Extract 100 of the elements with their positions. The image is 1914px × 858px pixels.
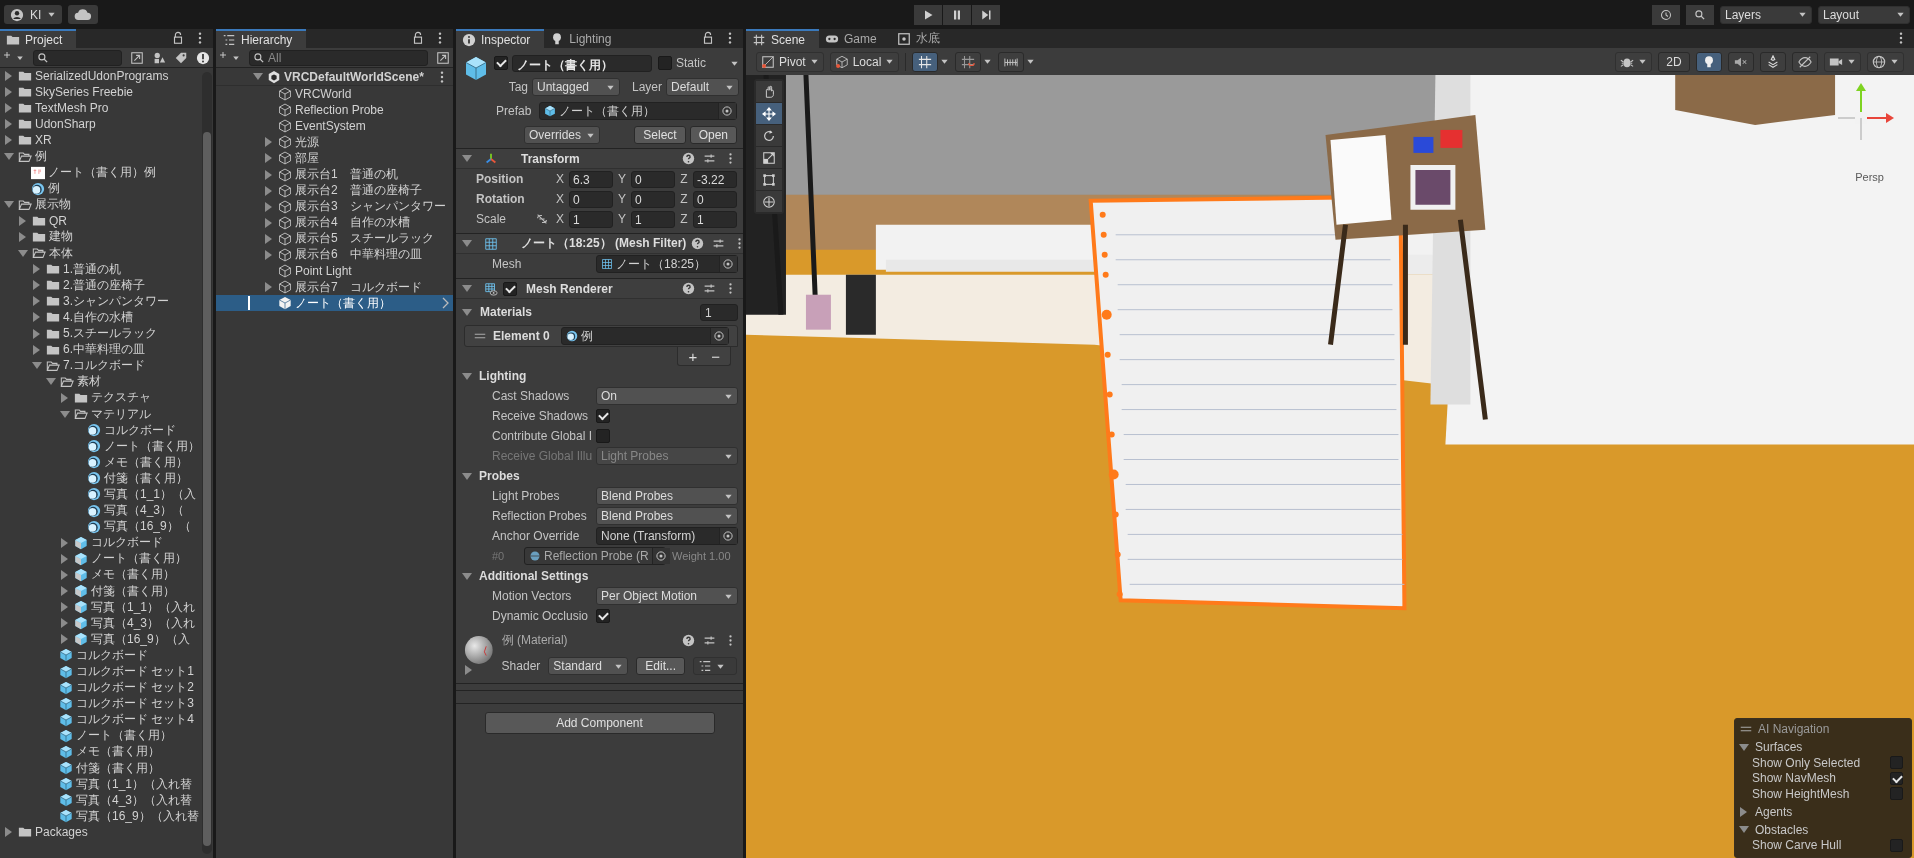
asset-item[interactable]: SerializedUdonPrograms — [35, 69, 169, 84]
foldout-arrow[interactable] — [5, 135, 12, 146]
number-field[interactable]: 1 — [693, 210, 737, 228]
asset-item[interactable]: 写真（4_3）（入れ — [91, 614, 196, 632]
foldout-arrow[interactable] — [462, 372, 472, 380]
number-field[interactable]: 1 — [569, 210, 613, 228]
foldout-arrow[interactable] — [4, 201, 14, 209]
foldout-arrow[interactable] — [61, 586, 68, 597]
hierarchy-item[interactable]: 展示台3 シャンパンタワー — [295, 198, 446, 216]
asset-item[interactable]: 写真（4_3）（入れ替 — [76, 791, 193, 809]
foldout-arrow[interactable] — [5, 119, 12, 130]
foldout-arrow[interactable] — [5, 71, 12, 82]
search-field[interactable]: All — [249, 49, 428, 66]
foldout-arrow[interactable] — [265, 217, 272, 228]
checkbox[interactable] — [658, 56, 672, 70]
asset-item[interactable]: 2.普通の座椅子 — [63, 276, 145, 294]
effects-toggle[interactable] — [1760, 51, 1786, 72]
asset-item[interactable]: XR — [35, 133, 52, 148]
hierarchy-item[interactable]: Reflection Probe — [295, 103, 384, 118]
asset-item[interactable]: 本体 — [49, 244, 73, 262]
asset-item[interactable]: メモ（書く用） — [76, 743, 160, 761]
material-field[interactable]: 例 — [561, 327, 729, 345]
foldout-arrow[interactable] — [5, 103, 12, 114]
hierarchy-item[interactable]: 展示台7 コルクボード — [295, 278, 422, 296]
asset-item[interactable]: コルクボード セット3 — [76, 695, 194, 713]
audio-toggle[interactable] — [1728, 51, 1754, 72]
foldout-arrow[interactable] — [265, 137, 272, 148]
foldout-arrow[interactable] — [5, 827, 12, 838]
step-button[interactable] — [972, 4, 1000, 25]
prefab-cube-icon[interactable] — [464, 56, 488, 82]
search-window-icon[interactable] — [130, 50, 144, 65]
foldout-arrow[interactable] — [1739, 826, 1749, 833]
property-dropdown[interactable]: On — [596, 387, 738, 405]
2d-toggle[interactable]: 2D — [1658, 51, 1690, 72]
view-tab[interactable]: 水底 — [890, 29, 954, 48]
snap-toggle[interactable] — [912, 51, 939, 72]
object-field[interactable]: ノート（18:25） — [596, 255, 738, 273]
asset-item[interactable]: コルクボード — [76, 646, 148, 664]
caret-icon[interactable] — [983, 57, 993, 66]
foldout-arrow[interactable] — [33, 296, 40, 307]
layout-dropdown[interactable]: Layout — [1818, 5, 1910, 24]
asset-item[interactable]: コルクボード セット4 — [76, 711, 194, 729]
list-dropdown[interactable] — [693, 657, 737, 675]
edit-button[interactable]: Edit... — [636, 657, 685, 675]
lighting-toggle[interactable] — [1696, 51, 1722, 72]
property-dropdown[interactable]: Blend Probes — [596, 487, 738, 505]
hierarchy-tab[interactable]: Hierarchy — [216, 29, 307, 48]
number-field[interactable]: -3.22 — [693, 170, 737, 188]
cloud-button[interactable] — [68, 5, 99, 24]
scene-name[interactable]: VRCDefaultWorldScene* — [284, 69, 424, 84]
object-picker-icon[interactable] — [710, 328, 728, 344]
hierarchy-item[interactable]: 光源 — [295, 133, 319, 151]
checkbox[interactable] — [596, 429, 610, 443]
transform-tool[interactable] — [756, 191, 782, 212]
prefab-button[interactable]: Select — [634, 126, 686, 144]
projection-label[interactable]: Persp — [1855, 171, 1884, 183]
asset-item[interactable]: UdonSharp — [35, 117, 96, 132]
play-button[interactable] — [914, 4, 942, 25]
number-field[interactable]: 0 — [569, 190, 613, 208]
shader-dropdown[interactable]: Standard — [548, 657, 629, 675]
foldout-arrow[interactable] — [462, 308, 472, 316]
count-field[interactable]: 1 — [700, 303, 738, 321]
foldout-arrow[interactable] — [33, 280, 40, 291]
asset-item[interactable]: 写真（16_9）（入 — [91, 630, 190, 648]
object-picker-icon[interactable] — [718, 103, 736, 119]
foldout-arrow[interactable] — [32, 362, 42, 370]
asset-item[interactable]: コルクボード — [104, 421, 176, 439]
foldout-arrow[interactable] — [61, 553, 68, 564]
gizmos-dropdown[interactable] — [1867, 51, 1904, 72]
foldout-arrow[interactable] — [33, 344, 40, 355]
asset-item[interactable]: 写真（16_9）（入れ替 — [76, 807, 199, 825]
foldout-arrow[interactable] — [1740, 806, 1747, 817]
pause-button[interactable] — [943, 4, 971, 25]
checkbox[interactable] — [596, 409, 610, 423]
asset-item[interactable]: 建物 — [49, 228, 73, 246]
search-field[interactable] — [32, 49, 122, 66]
foldout-arrow[interactable] — [265, 169, 272, 180]
rect-tool[interactable] — [756, 169, 782, 190]
prefab-button[interactable]: Open — [689, 126, 737, 144]
foldout-arrow[interactable] — [61, 569, 68, 580]
asset-item[interactable]: 7.コルクボード — [63, 357, 145, 375]
inspector-tab[interactable]: Lighting — [544, 29, 626, 48]
caret-icon[interactable] — [1026, 57, 1036, 66]
hierarchy-item[interactable]: 展示台4 自作の水槽 — [295, 214, 410, 232]
asset-item[interactable]: 4.自作の水槽 — [63, 308, 133, 326]
visibility-toggle[interactable] — [1792, 51, 1818, 72]
hierarchy-item[interactable]: 展示台2 普通の座椅子 — [295, 182, 422, 200]
name-field[interactable]: ノート（書く用） — [512, 54, 652, 72]
filter-by-label-icon[interactable] — [174, 50, 188, 65]
asset-item[interactable]: マテリアル — [91, 405, 151, 423]
asset-item[interactable]: ノート（書く用） — [104, 437, 200, 455]
checkbox[interactable] — [1890, 838, 1903, 852]
hierarchy-item[interactable]: Point Light — [295, 264, 352, 279]
lock-icon[interactable] — [171, 31, 185, 45]
checkbox[interactable] — [1890, 787, 1903, 801]
foldout-arrow[interactable] — [462, 285, 472, 292]
camera-dropdown[interactable] — [1824, 51, 1861, 72]
foldout-arrow[interactable] — [4, 153, 14, 160]
move-tool[interactable] — [756, 103, 782, 124]
account-button[interactable]: KI — [4, 5, 63, 24]
